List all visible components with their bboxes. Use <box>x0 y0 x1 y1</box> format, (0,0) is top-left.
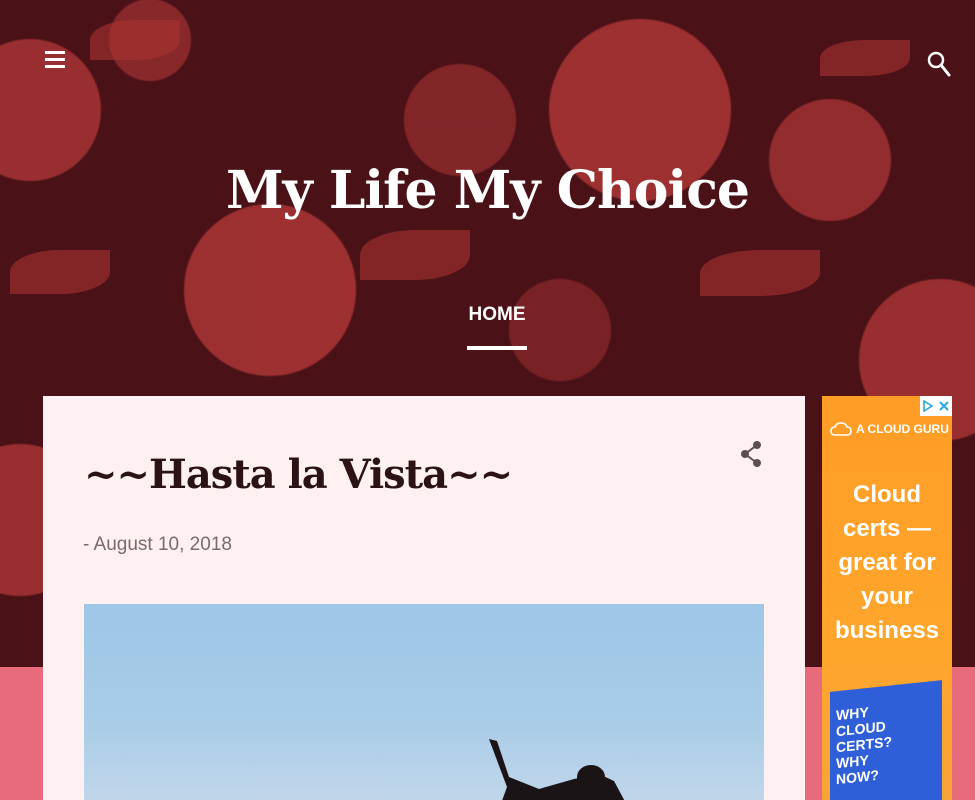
post-card: ~~Hasta la Vista~~ - August 10, 2018 <box>43 396 805 800</box>
floral-leaf <box>360 230 470 280</box>
adchoices-icon[interactable] <box>922 400 934 412</box>
search-icon[interactable] <box>927 51 951 77</box>
ad-banner[interactable]: A CLOUD GURU Cloud certs — great for you… <box>822 396 952 800</box>
ad-brand: A CLOUD GURU <box>830 422 949 436</box>
ad-book-image: WHY CLOUD CERTS? WHY NOW? <box>830 680 942 800</box>
nav-active-underline <box>467 346 527 350</box>
nav-home-link[interactable]: HOME <box>467 304 527 326</box>
close-icon[interactable] <box>938 400 950 412</box>
post-image[interactable] <box>84 604 764 800</box>
person-silhouette <box>489 739 625 800</box>
floral-leaf <box>90 20 180 60</box>
share-icon[interactable] <box>740 440 762 468</box>
post-date[interactable]: - August 10, 2018 <box>83 534 232 556</box>
post-title[interactable]: ~~Hasta la Vista~~ <box>84 451 513 498</box>
ad-brand-label: A CLOUD GURU <box>856 422 949 436</box>
floral-leaf <box>700 250 820 296</box>
cloud-icon <box>830 422 852 436</box>
site-title[interactable]: My Life My Choice <box>0 160 975 221</box>
menu-icon[interactable] <box>45 51 65 69</box>
ad-controls[interactable] <box>920 396 952 416</box>
floral-leaf <box>10 250 110 294</box>
ad-book-text: WHY CLOUD CERTS? WHY NOW? <box>836 703 892 788</box>
floral-leaf <box>820 40 910 76</box>
ad-headline[interactable]: Cloud certs — great for your business <box>822 478 952 648</box>
